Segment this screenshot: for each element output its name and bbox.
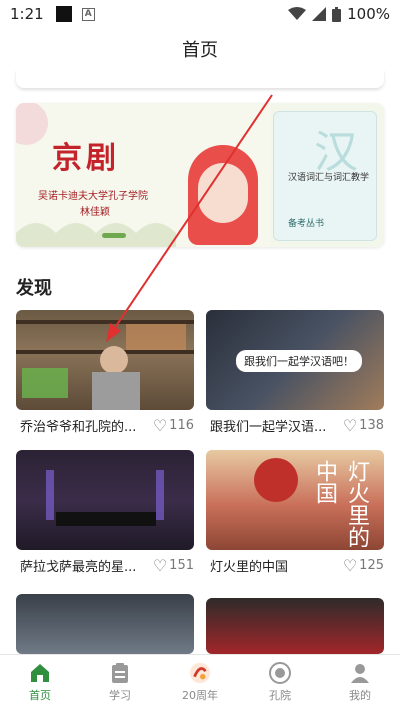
video-title: 灯火里的中国 [210,559,289,575]
page-title: 首页 [182,40,218,61]
video-overlay-text: 灯火里的中国 [312,460,369,548]
video-thumbnail: 跟我们一起学汉语吧！ [206,310,384,410]
bookshelf-illustration [16,320,194,410]
anniversary-logo-icon [189,662,211,684]
video-card[interactable]: 灯火里的中国 灯火里的中国 ♡ 125 [206,450,384,580]
signal-icon [312,7,327,21]
heart-icon: ♡ [152,415,168,435]
video-meta: 灯火里的中国 ♡ 125 [206,550,384,580]
institute-logo-icon [269,662,291,684]
book-series: 备考丛书 [288,219,325,229]
wifi-icon [288,7,307,20]
like-count: 125 [359,557,384,573]
carousel-indicator [102,233,126,238]
heart-icon: ♡ [342,415,358,435]
opera-face-illustration [198,163,248,223]
banner-carousel[interactable]: 京剧 吴诺卡迪夫大学孔子学院 林佳颖 汉 汉语词汇与词汇教学 备考丛书 [16,103,384,247]
home-icon [29,662,51,684]
discover-heading: 发现 [16,278,52,299]
video-thumbnail [206,598,384,654]
heart-icon: ♡ [342,555,358,575]
tab-label: 我的 [349,689,371,702]
video-card[interactable] [16,594,194,654]
video-card[interactable] [206,598,384,654]
like-button[interactable]: ♡ 116 [153,416,194,435]
video-thumbnail [16,310,194,410]
like-count: 138 [359,417,384,433]
like-button[interactable]: ♡ 138 [343,416,384,435]
video-meta: 乔治爷爷和孔院的... ♡ 116 [16,410,194,440]
video-thumbnail: 灯火里的中国 [206,450,384,550]
video-title: 跟我们一起学汉语... [210,419,327,435]
tab-study[interactable]: 学习 [80,655,160,710]
battery-icon [332,6,342,22]
clipboard-icon [109,662,131,684]
tab-label: 20周年 [182,689,218,702]
status-bar: 1:21 A 100% [0,0,400,28]
like-button[interactable]: ♡ 125 [343,556,384,575]
battery-text: 100% [347,5,390,23]
video-title: 乔治爷爷和孔院的... [20,419,137,435]
tab-home[interactable]: 首页 [0,655,80,710]
bottom-tab-bar: 首页 学习 20周年 孔院 我的 [0,654,400,710]
heart-icon: ♡ [152,555,168,575]
tab-profile[interactable]: 我的 [320,655,400,710]
book-card[interactable]: 汉 汉语词汇与词汇教学 备考丛书 [273,111,377,241]
video-title: 萨拉戈萨最亮的星... [20,559,137,575]
video-thumbnail [16,450,194,550]
notification-icon [55,6,72,22]
banner-author: 林佳颖 [80,207,110,218]
like-button[interactable]: ♡ 151 [153,556,194,575]
banner-title: 京剧 [52,141,120,176]
video-meta: 跟我们一起学汉语... ♡ 138 [206,410,384,440]
video-overlay-text: 跟我们一起学汉语吧！ [236,350,362,372]
video-meta: 萨拉戈萨最亮的星... ♡ 151 [16,550,194,580]
tab-label: 孔院 [269,689,291,702]
video-card[interactable]: 跟我们一起学汉语吧！ 跟我们一起学汉语... ♡ 138 [206,310,384,440]
like-count: 151 [169,557,194,573]
tab-label: 首页 [29,689,51,702]
book-title: 汉语词汇与词汇教学 [288,173,370,183]
video-card[interactable]: 乔治爷爷和孔院的... ♡ 116 [16,310,194,440]
status-time: 1:21 [10,5,44,23]
a-notification-icon: A [81,7,95,21]
like-count: 116 [169,417,194,433]
tab-label: 学习 [109,689,131,702]
concert-stage-illustration [46,470,164,526]
banner-slide: 京剧 吴诺卡迪夫大学孔子学院 林佳颖 [16,103,271,247]
video-card[interactable]: 萨拉戈萨最亮的星... ♡ 151 [16,450,194,580]
tab-confucius-institute[interactable]: 孔院 [240,655,320,710]
banner-university: 吴诺卡迪夫大学孔子学院 [38,191,148,202]
user-icon [349,662,371,684]
top-card-remnant[interactable] [16,70,384,88]
tab-20th-anniversary[interactable]: 20周年 [160,655,240,710]
video-thumbnail [16,594,194,654]
